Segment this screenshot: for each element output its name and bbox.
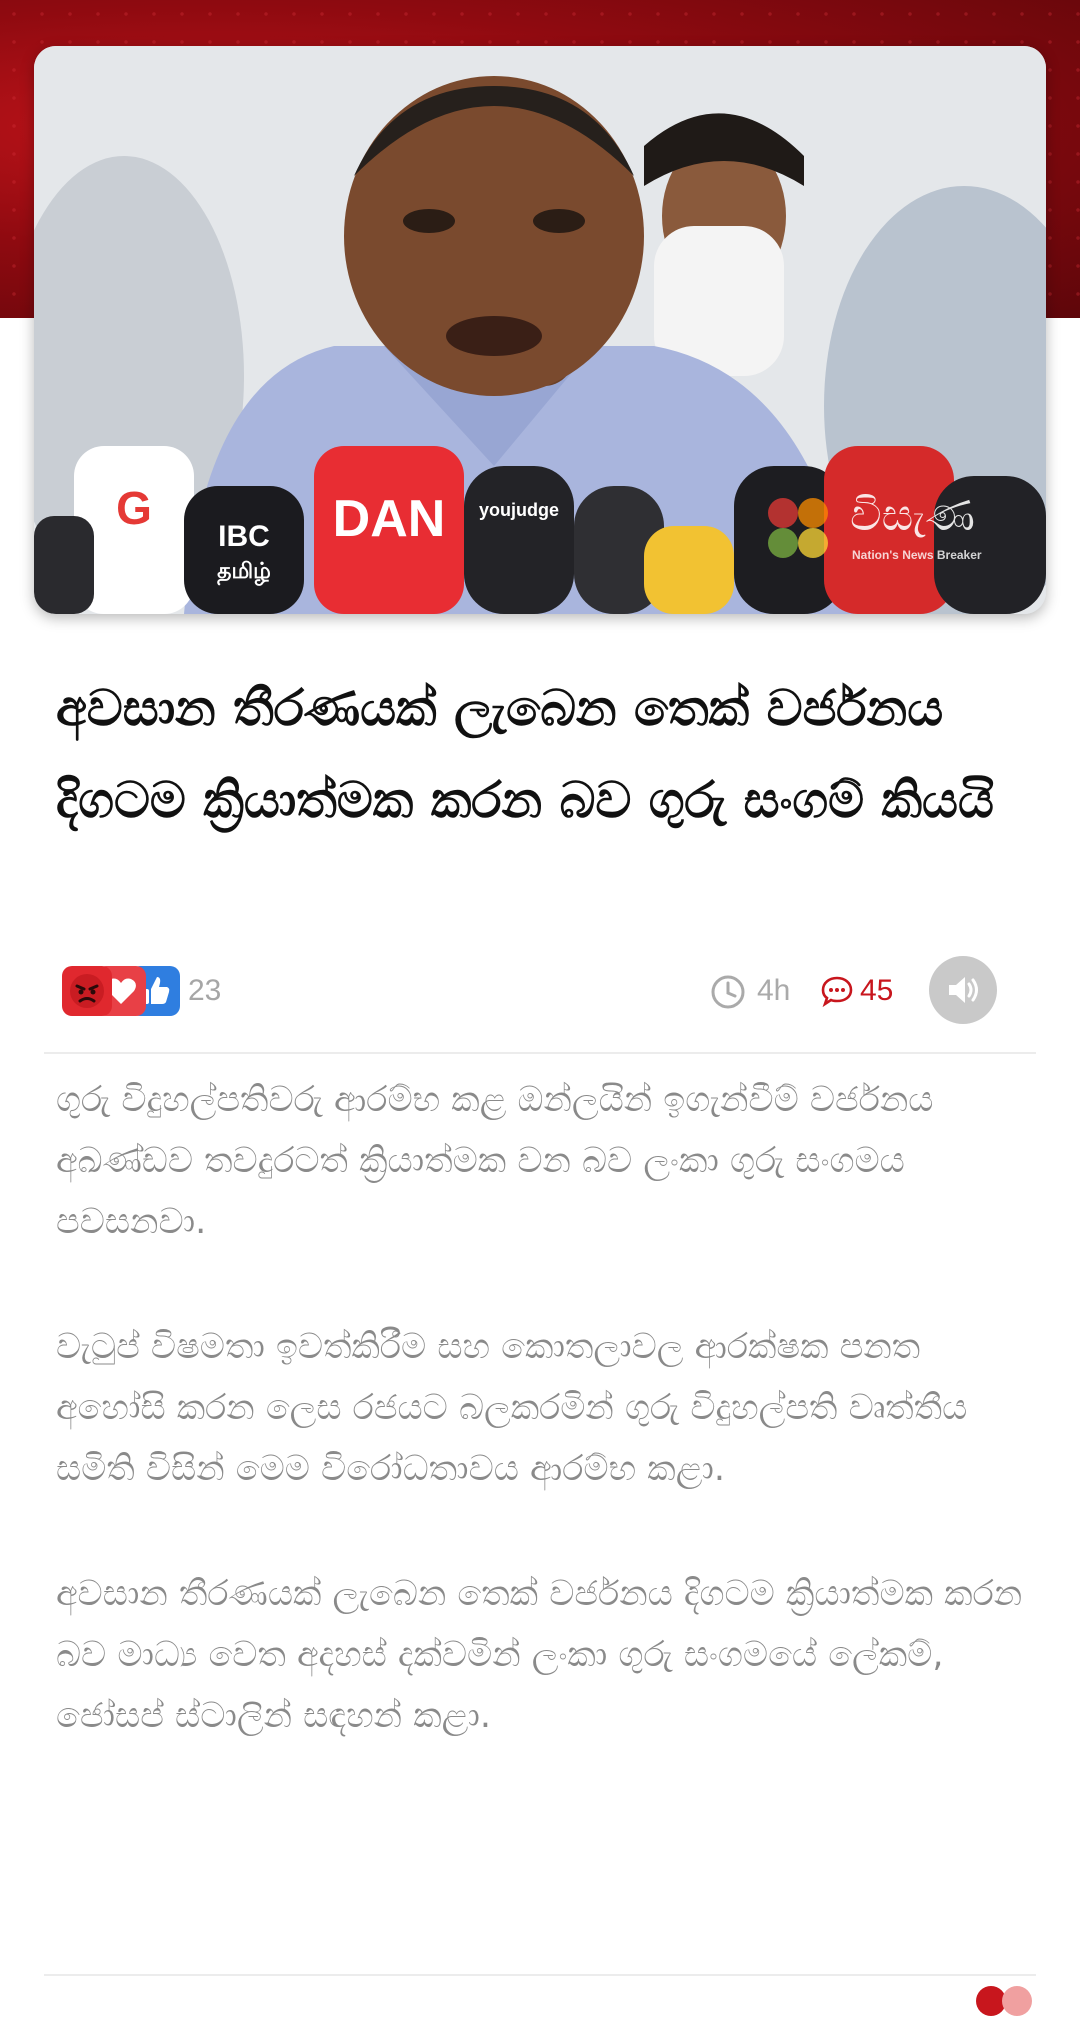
watermark-title: විසැණ [850, 490, 975, 541]
publish-time-label: 4h [757, 974, 791, 1007]
comment-count: 45 [860, 974, 894, 1007]
watermark-logo-icon [768, 498, 840, 570]
reactions-summary[interactable] [62, 966, 182, 1016]
mic-logo-ibc: IBC [218, 520, 270, 553]
article-body: ගුරු විදුහල්පතිවරු ආරම්භ කළ ඔන්ලයින් ඉගැ… [56, 1070, 1036, 1811]
article-paragraph-3: අවසාන තීරණයක් ලැබෙන තෙක් වර්ජනය දිගටම ක්… [56, 1574, 1023, 1736]
article-end-divider [44, 1974, 1036, 1976]
mic-logo-tamil: தமிழ் [217, 558, 271, 586]
article-meta-row: 23 4h 45 [56, 956, 1036, 1028]
mic-logo-g: G [116, 482, 152, 534]
mic-logo-youjudge: youjudge [479, 500, 559, 520]
comment-icon [821, 976, 853, 1008]
angry-icon [62, 966, 112, 1016]
mic-logo-dan: DAN [333, 490, 446, 548]
watermark-tagline: Nation's News Breaker [852, 548, 982, 562]
hero-image[interactable]: G IBC தமிழ் DAN youjudge විසැණ Nation's … [34, 46, 1046, 614]
next-section-logo-icon [976, 1986, 1036, 2026]
source-watermark: විසැණ Nation's News Breaker [768, 490, 1008, 570]
article-paragraph-2: වැටුප් විෂමතා ඉවත්කිරීම සහ කොතලාවල ආරක්ෂ… [56, 1327, 968, 1489]
article-headline: අවසාන තීරණයක් ලැබෙන තෙක් වර්ජනය දිගටම ක්… [56, 679, 994, 829]
meta-divider [44, 1052, 1036, 1054]
speaker-icon [949, 977, 978, 1003]
clock-icon [711, 975, 745, 1009]
listen-audio-button[interactable] [929, 956, 997, 1024]
reaction-count: 23 [188, 974, 222, 1007]
article-paragraph-1: ගුරු විදුහල්පතිවරු ආරම්භ කළ ඔන්ලයින් ඉගැ… [56, 1080, 934, 1242]
